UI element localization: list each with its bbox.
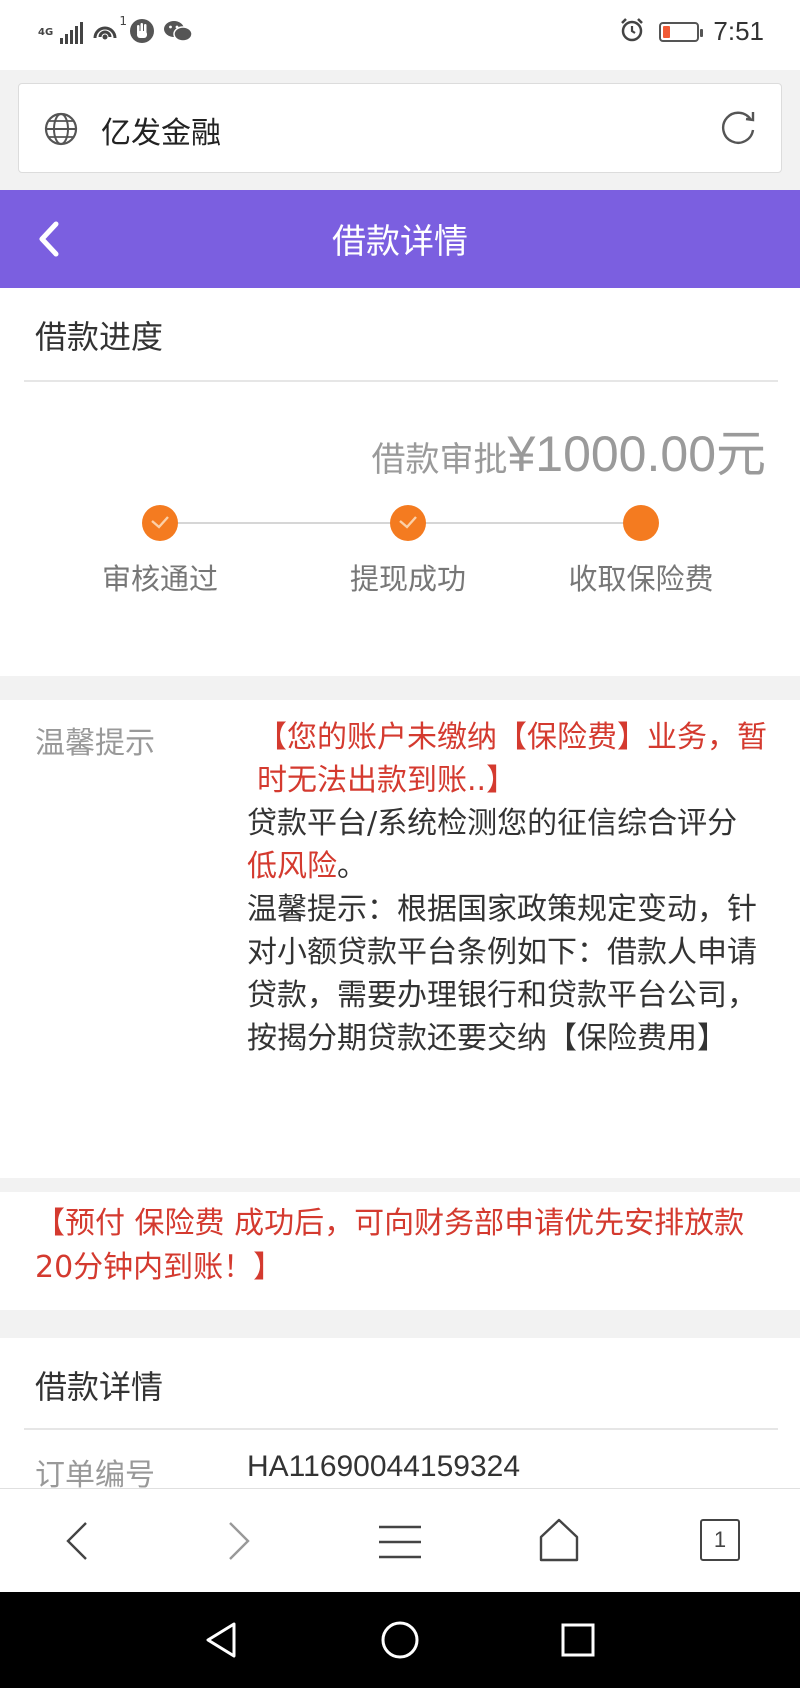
status-bar: 4G 1 7:51 [0,0,800,70]
progress-section-title: 借款进度 [35,318,164,356]
home-icon[interactable] [537,1517,581,1567]
step-insurance-dot [623,505,659,541]
amount-label: 借款审批 [371,440,508,480]
browser-address-bar[interactable]: 亿发金融 [18,83,782,173]
detail-section-title: 借款详情 [35,1368,164,1406]
hotspot-count: 1 [119,14,127,28]
prepay-notice-card: 【预付 保险费 成功后，可向财务部申请优先安排放款20分钟内到账！】 [0,1192,800,1310]
divider [24,380,778,382]
forward-arrow-icon[interactable] [222,1519,256,1567]
system-recents-icon[interactable] [560,1622,596,1662]
hotspot-icon: 1 [91,14,127,46]
step-label: 提现成功 [349,562,466,596]
app-header: 借款详情 [0,190,800,288]
loan-detail-card: 借款详情 订单编号 HA11690044159324 [0,1338,800,1493]
network-type: 4G [38,27,54,38]
browser-bottom-bar: 1 [0,1488,800,1592]
step-label: 审核通过 [101,562,218,596]
policy-text: 温馨提示：根据国家政策规定变动，针对小额贷款平台条例如下：借款人申请贷款，需要办… [247,892,757,1056]
tabs-icon[interactable]: 1 [700,1519,740,1561]
notice-label: 温馨提示 [35,726,155,761]
approved-amount: 借款审批¥1000.00元 [371,414,766,486]
loan-progress-card: 借款进度 借款审批¥1000.00元 审核通过 提现成功 收取保险费 [0,288,800,676]
system-back-icon[interactable] [203,1620,239,1664]
notice-card: 温馨提示 【您的账户未缴纳【保险费】业务，暂时无法出款到账..】 贷款平台/系统… [0,700,800,1178]
system-home-icon[interactable] [380,1620,420,1664]
check-icon [151,516,169,529]
page-title: 亿发金融 [101,116,221,151]
globe-icon [43,111,79,151]
account-alert: 【您的账户未缴纳【保险费】业务，暂时无法出款到账..】 [257,720,767,798]
step-approved-dot [142,505,178,541]
battery-level [663,25,670,38]
prepay-notice: 【预付 保险费 成功后，可向财务部申请优先安排放款20分钟内到账！】 [35,1206,745,1285]
menu-icon[interactable] [377,1523,423,1565]
step-label: 收取保险费 [568,562,714,596]
hand-icon [129,18,155,48]
divider [24,1428,778,1430]
header-title: 借款详情 [332,222,468,262]
amount-value: ¥1000.00元 [507,426,766,482]
order-number-value: HA11690044159324 [247,1450,521,1483]
notice-body: 【您的账户未缴纳【保险费】业务，暂时无法出款到账..】 贷款平台/系统检测您的征… [247,716,767,1060]
credit-score-text: 贷款平台/系统检测您的征信综合评分低风险。 [247,806,738,884]
reload-icon[interactable] [717,106,759,152]
step-withdrawn-dot [390,505,426,541]
back-arrow-icon[interactable] [60,1519,94,1567]
check-icon [399,516,417,529]
clock: 7:51 [713,16,764,46]
battery-icon [659,21,704,42]
risk-level: 低风险 [247,849,337,884]
wechat-icon [163,19,193,47]
system-navigation-bar [0,1592,800,1688]
alarm-icon [619,17,645,47]
signal-icon [60,22,83,44]
